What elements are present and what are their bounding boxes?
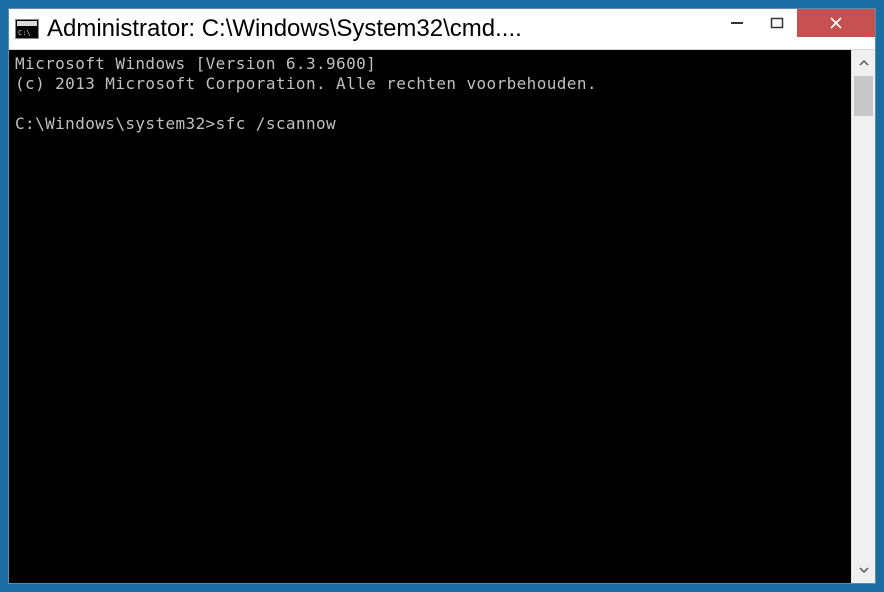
version-line: Microsoft Windows [Version 6.3.9600]: [15, 54, 376, 73]
maximize-button[interactable]: [757, 9, 797, 37]
close-icon: [829, 16, 843, 30]
cmd-window: C:\ Administrator: C:\Windows\System32\c…: [8, 8, 876, 584]
cmd-icon: C:\: [15, 19, 39, 39]
minimize-button[interactable]: [717, 9, 757, 37]
title-bar[interactable]: C:\ Administrator: C:\Windows\System32\c…: [9, 9, 875, 49]
scrollbar-track[interactable]: [852, 76, 875, 557]
vertical-scrollbar[interactable]: [851, 50, 875, 583]
scroll-down-button[interactable]: [852, 557, 875, 583]
outer-frame: C:\ Administrator: C:\Windows\System32\c…: [0, 0, 884, 592]
copyright-line: (c) 2013 Microsoft Corporation. Alle rec…: [15, 74, 597, 93]
prompt-line: C:\Windows\system32>sfc /scannow: [15, 114, 336, 133]
maximize-icon: [770, 16, 784, 30]
typed-command: sfc /scannow: [216, 114, 336, 133]
window-controls: [717, 9, 875, 39]
chevron-down-icon: [859, 565, 869, 575]
close-button[interactable]: [797, 9, 875, 37]
terminal-output[interactable]: Microsoft Windows [Version 6.3.9600] (c)…: [9, 50, 851, 583]
minimize-icon: [730, 16, 744, 30]
console-area: Microsoft Windows [Version 6.3.9600] (c)…: [9, 49, 875, 583]
chevron-up-icon: [859, 58, 869, 68]
window-title: Administrator: C:\Windows\System32\cmd..…: [47, 15, 717, 43]
prompt-path: C:\Windows\system32>: [15, 114, 216, 133]
scroll-up-button[interactable]: [852, 50, 875, 76]
scrollbar-thumb[interactable]: [854, 76, 873, 116]
